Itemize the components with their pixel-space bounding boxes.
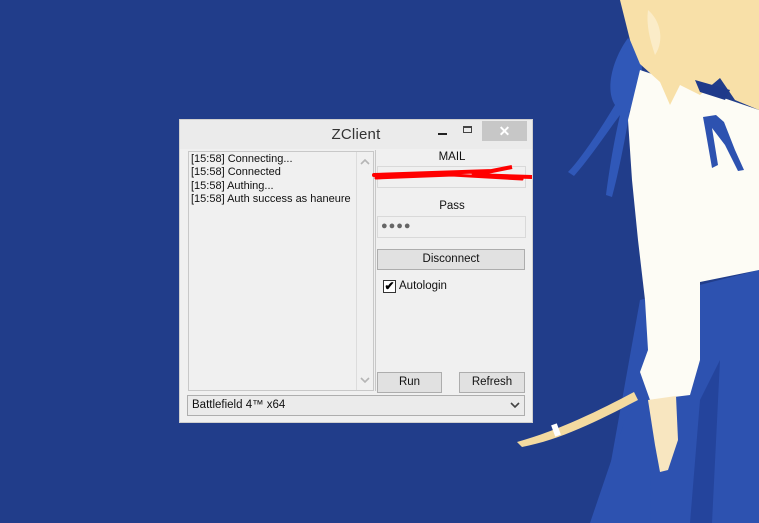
login-panel: MAIL Pass ●●●● Disconnect ✔ Autologin Ru… <box>372 150 532 393</box>
close-icon: ✕ <box>498 123 511 139</box>
scroll-down-icon[interactable] <box>357 373 373 387</box>
maximize-button[interactable] <box>456 121 482 141</box>
zclient-window: ZClient ✕ [15:58] Connecting... [15:58] … <box>179 119 533 423</box>
redaction-scribble <box>372 165 532 181</box>
password-value: ●●●● <box>381 220 412 232</box>
autologin-checkbox[interactable]: ✔ <box>383 280 396 293</box>
game-select-value: Battlefield 4™ x64 <box>192 399 286 411</box>
game-select-dropdown[interactable]: Battlefield 4™ x64 <box>187 395 525 416</box>
mail-field[interactable] <box>372 165 532 188</box>
log-line: [15:58] Connecting... <box>191 153 293 165</box>
disconnect-button[interactable]: Disconnect <box>377 249 525 270</box>
log-line: [15:58] Authing... <box>191 179 274 192</box>
password-field[interactable]: ●●●● <box>377 216 526 238</box>
scroll-up-icon[interactable] <box>357 155 373 169</box>
log-lines: [15:58] Connecting... [15:58] Connected … <box>191 153 351 206</box>
minimize-button[interactable] <box>430 121 456 141</box>
log-scrollbar[interactable] <box>356 152 373 390</box>
mail-label: MAIL <box>438 151 466 163</box>
pass-label: Pass <box>439 200 465 212</box>
chevron-down-icon[interactable] <box>509 398 521 415</box>
refresh-button[interactable]: Refresh <box>459 372 525 393</box>
log-listbox[interactable]: [15:58] Connecting... [15:58] Connected … <box>188 151 374 391</box>
log-line: [15:58] Auth success as haneure <box>191 192 351 205</box>
close-button[interactable]: ✕ <box>482 121 527 141</box>
title-bar[interactable]: ZClient ✕ <box>180 120 532 149</box>
run-button[interactable]: Run <box>377 372 442 393</box>
log-line: [15:58] Connected <box>191 166 281 179</box>
autologin-label: Autologin <box>399 280 447 292</box>
checkmark-icon: ✔ <box>384 279 395 293</box>
